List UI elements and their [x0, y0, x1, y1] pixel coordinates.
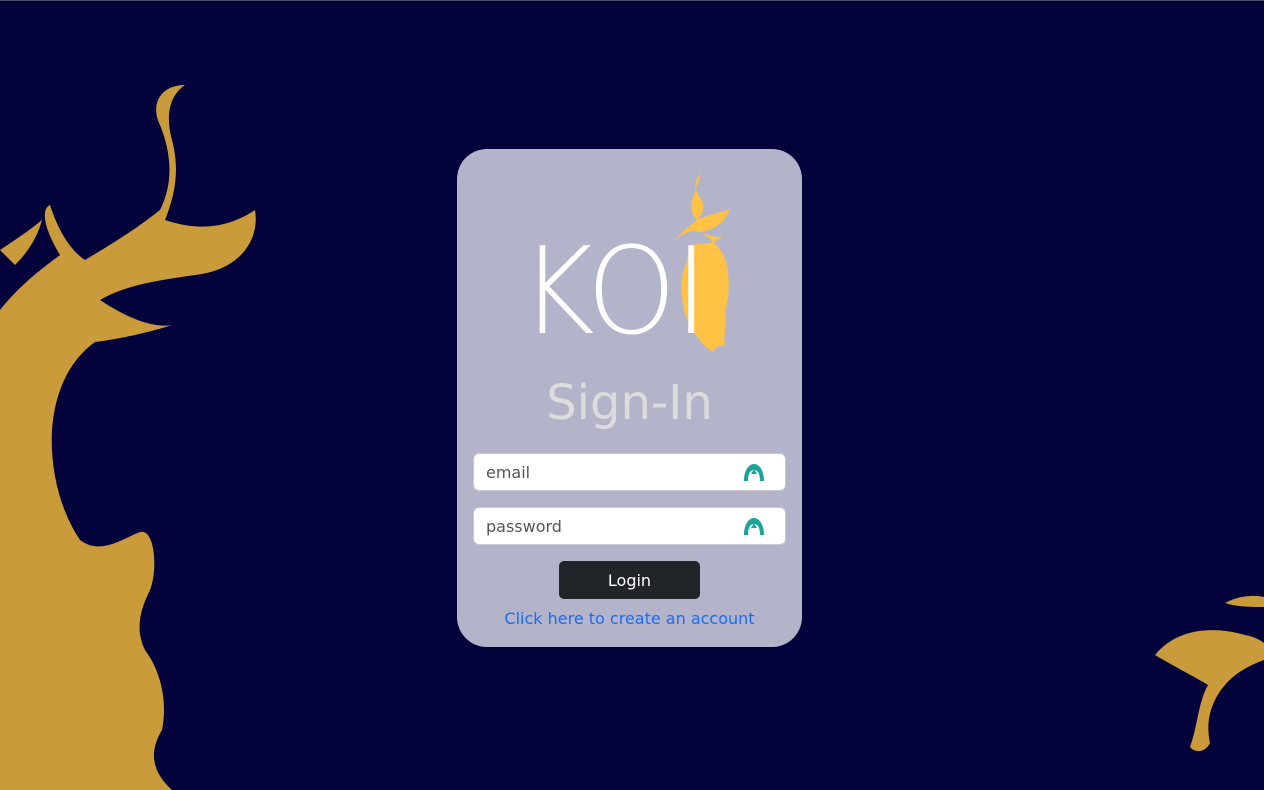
password-input[interactable] [486, 508, 736, 544]
create-account-link[interactable]: Click here to create an account [457, 609, 802, 629]
logo-text: KOI [520, 223, 708, 362]
password-manager-icon[interactable] [743, 462, 765, 482]
email-field-container [473, 453, 786, 491]
koi-logo: KOI [520, 171, 740, 361]
koi-fish-right-icon [1155, 595, 1264, 752]
login-card: KOI Sign-In Login Click here to create a… [457, 149, 802, 647]
password-field-container [473, 507, 786, 545]
koi-fish-left-icon [0, 85, 256, 790]
login-button[interactable]: Login [559, 561, 700, 599]
page-title: Sign-In [546, 375, 713, 431]
top-border [0, 0, 1264, 1]
password-manager-icon[interactable] [743, 516, 765, 536]
email-input[interactable] [486, 454, 736, 490]
